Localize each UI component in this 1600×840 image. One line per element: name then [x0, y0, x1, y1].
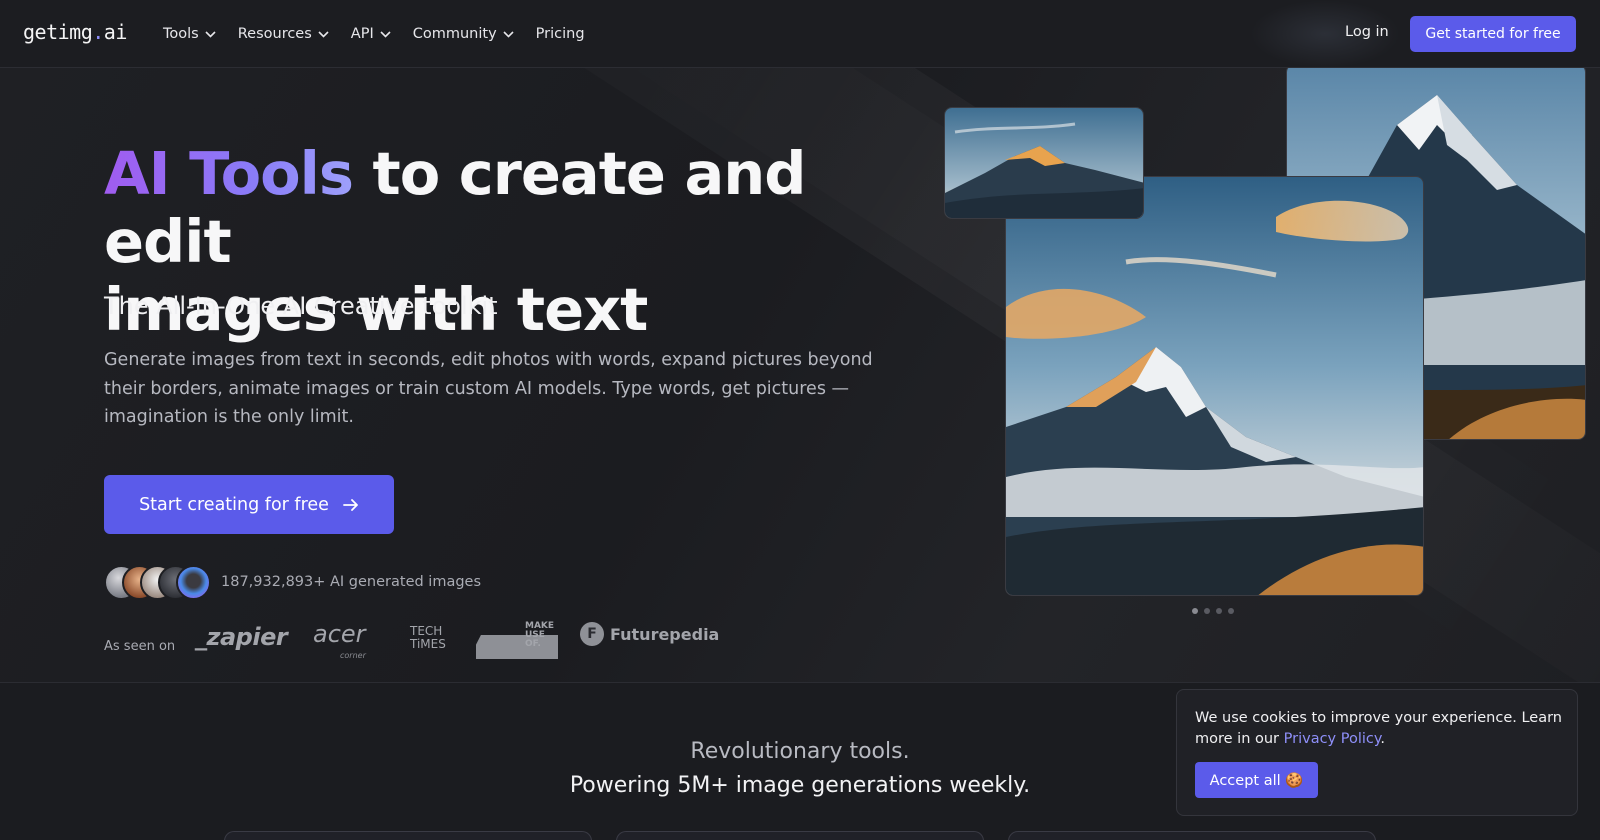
futurepedia-label: Futurepedia	[610, 624, 720, 644]
carousel-dot[interactable]	[1192, 608, 1198, 614]
generated-images-count: 187,932,893+ AI generated images	[221, 574, 482, 590]
acer-corner-label: corner	[340, 651, 366, 660]
nav-tools[interactable]: Tools	[163, 24, 216, 44]
user-avatars	[104, 565, 214, 601]
chevron-down-icon	[380, 30, 391, 38]
nav-api[interactable]: API	[351, 24, 391, 44]
carousel-dot[interactable]	[1216, 608, 1222, 614]
nav-resources-label: Resources	[237, 26, 312, 42]
tool-card[interactable]	[616, 831, 984, 840]
makeuseof-logo: MAKE USE OF.	[525, 622, 554, 649]
nav-api-label: API	[350, 26, 374, 42]
carousel-dots	[1192, 608, 1234, 614]
site-header: getimg.ai Tools Resources API Community …	[0, 0, 1600, 68]
accept-cookies-button[interactable]: Accept all 🍪	[1195, 762, 1318, 798]
nav-community-label: Community	[412, 26, 497, 42]
carousel-dot[interactable]	[1204, 608, 1210, 614]
as-seen-on-label: As seen on	[104, 639, 176, 654]
hero-title-highlight: AI Tools	[104, 139, 354, 208]
chevron-down-icon	[205, 30, 216, 38]
cookie-text-after: .	[1380, 731, 1385, 747]
futurepedia-icon: F	[580, 622, 604, 646]
avatar	[176, 565, 211, 600]
nav-pricing[interactable]: Pricing	[536, 24, 585, 44]
get-started-button[interactable]: Get started for free	[1410, 16, 1576, 52]
nav-pricing-label: Pricing	[535, 26, 585, 42]
arrow-right-icon	[343, 498, 358, 511]
mountain-image-main	[1005, 176, 1424, 596]
techtimes-logo: TECH TiMES	[410, 625, 446, 651]
logo-suffix: ai	[103, 20, 128, 44]
nav-resources[interactable]: Resources	[238, 24, 329, 44]
hero-description: Generate images from text in seconds, ed…	[104, 350, 873, 427]
cookie-message: We use cookies to improve your experienc…	[1195, 708, 1565, 750]
start-creating-label: Start creating for free	[139, 494, 329, 515]
start-creating-button[interactable]: Start creating for free	[104, 475, 394, 534]
techtimes-line2: TiMES	[410, 637, 446, 651]
chevron-down-icon	[503, 30, 514, 38]
hero-subtitle: The All-In-One AI Creative toolkit	[104, 292, 498, 320]
logo-dot: .	[92, 20, 104, 44]
zapier-logo: _zapier	[195, 623, 288, 651]
logo-main: getimg	[23, 20, 93, 44]
muo-line3: OF.	[525, 639, 541, 649]
hero-section: AI Tools to create and edit images with …	[0, 68, 1600, 682]
cookie-banner: We use cookies to improve your experienc…	[1176, 689, 1578, 816]
acer-logo: acer	[313, 620, 366, 648]
main-nav: Tools Resources API Community Pricing	[163, 24, 607, 44]
login-link[interactable]: Log in	[1345, 24, 1389, 40]
futurepedia-logo: F Futurepedia	[580, 622, 719, 646]
nav-community[interactable]: Community	[413, 24, 514, 44]
mountain-image-small	[944, 107, 1144, 219]
privacy-policy-link[interactable]: Privacy Policy	[1284, 731, 1381, 747]
tool-card[interactable]	[224, 831, 592, 840]
chevron-down-icon	[318, 30, 329, 38]
site-logo[interactable]: getimg.ai	[23, 20, 127, 44]
carousel-dot[interactable]	[1228, 608, 1234, 614]
nav-tools-label: Tools	[163, 26, 199, 42]
tool-card[interactable]	[1008, 831, 1376, 840]
